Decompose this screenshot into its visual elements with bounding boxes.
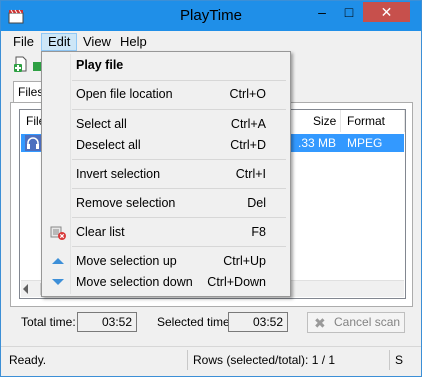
status-rows: Rows (selected/total): 1 / 1 [193, 353, 336, 367]
menu-item-clear-list[interactable]: Clear list F8 [44, 221, 288, 243]
column-header-format[interactable]: Format [341, 110, 405, 132]
total-time-field: 03:52 [77, 312, 137, 332]
row-size: .33 MB [298, 136, 337, 150]
maximize-button[interactable]: □ [336, 2, 362, 22]
status-extra: S [395, 353, 404, 367]
menu-item-deselect-all[interactable]: Deselect all Ctrl+D [44, 134, 288, 156]
menu-separator [72, 217, 286, 218]
column-header-size[interactable]: Size [307, 110, 341, 132]
menu-item-move-selection-down[interactable]: Move selection down Ctrl+Down [44, 271, 288, 293]
cancel-x-icon: ✖ [314, 315, 326, 331]
status-ready: Ready. [9, 353, 47, 367]
selected-time-label: Selected time: [157, 315, 234, 329]
menu-item-open-file-location[interactable]: Open file location Ctrl+O [44, 83, 288, 105]
menu-help[interactable]: Help [114, 33, 153, 51]
clear-list-icon [50, 226, 66, 240]
menu-bar: File Edit View Help [1, 31, 421, 52]
title-bar[interactable]: PlayTime – □ ✕ [1, 1, 421, 31]
menu-separator [72, 80, 286, 81]
menu-edit[interactable]: Edit [41, 33, 78, 51]
cancel-scan-label: Cancel scan [334, 315, 401, 329]
scroll-left-icon[interactable] [23, 284, 28, 294]
arrow-up-icon [52, 258, 64, 264]
menu-item-select-all[interactable]: Select all Ctrl+A [44, 113, 288, 135]
cancel-scan-button[interactable]: ✖ Cancel scan [307, 312, 405, 333]
menu-item-move-selection-up[interactable]: Move selection up Ctrl+Up [44, 250, 288, 272]
menu-item-remove-selection[interactable]: Remove selection Del [44, 192, 288, 214]
status-bar: Ready. Rows (selected/total): 1 / 1 S [1, 346, 421, 374]
close-button[interactable]: ✕ [363, 2, 410, 22]
edit-menu-dropdown: Play file Open file location Ctrl+O Sele… [41, 51, 291, 297]
minimize-button[interactable]: – [309, 2, 335, 22]
add-file-icon[interactable] [13, 56, 29, 72]
menu-view[interactable]: View [77, 33, 117, 51]
menu-separator [72, 188, 286, 189]
total-time-label: Total time: [21, 315, 76, 329]
app-window: PlayTime – □ ✕ File Edit View Help Files… [0, 0, 422, 377]
status-divider [187, 350, 188, 370]
menu-item-play-file[interactable]: Play file [44, 54, 288, 76]
status-divider [389, 350, 390, 370]
menu-separator [72, 109, 286, 110]
menu-separator [72, 159, 286, 160]
row-format: MPEG Audio [347, 136, 383, 168]
arrow-down-icon [52, 279, 64, 285]
menu-item-invert-selection[interactable]: Invert selection Ctrl+I [44, 163, 288, 185]
headphones-icon [25, 135, 41, 151]
menu-file[interactable]: File [7, 33, 40, 51]
selected-time-field: 03:52 [228, 312, 288, 332]
menu-separator [72, 246, 286, 247]
